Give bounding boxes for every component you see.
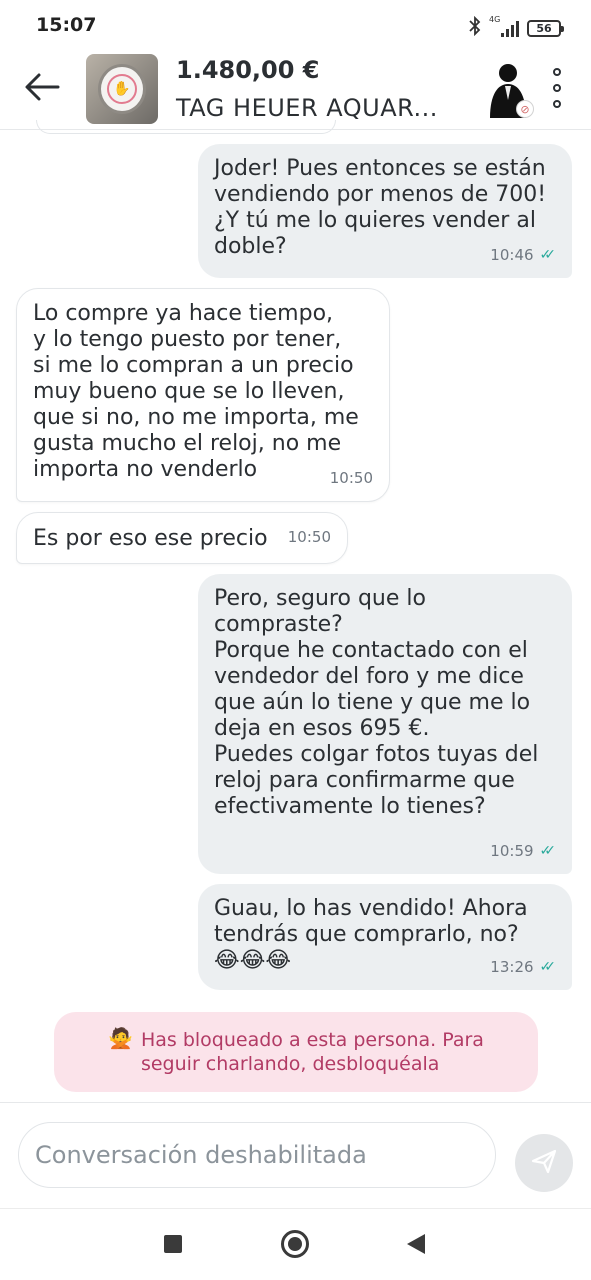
home-button[interactable]: [281, 1230, 309, 1258]
message-text: Pero, seguro que lo compraste? Porque he…: [214, 586, 539, 819]
person-gesturing-no-icon: 🙅: [108, 1026, 133, 1050]
battery-level: 56: [536, 21, 552, 35]
message-input[interactable]: Conversación deshabilitada: [18, 1122, 496, 1188]
message-time: 10:46: [490, 246, 534, 264]
send-icon: [530, 1147, 558, 1179]
more-vertical-icon[interactable]: [550, 68, 564, 108]
double-check-icon: ✓✓: [539, 959, 557, 975]
message-time: 10:59: [490, 842, 534, 860]
product-title[interactable]: TAG HEUER AQUAR...: [176, 94, 438, 122]
product-thumbnail[interactable]: ✋: [86, 54, 158, 124]
watch-image: ✋: [98, 64, 146, 114]
message-meta: 10:50: [288, 524, 331, 550]
status-bar: 15:07 4G 56: [0, 0, 591, 50]
message-meta: 10:59 ✓✓: [490, 838, 556, 864]
send-button[interactable]: [515, 1134, 573, 1192]
message-time: 13:26: [490, 958, 534, 976]
message-meta: 10:46 ✓✓: [490, 242, 556, 268]
message-outgoing[interactable]: Guau, lo has vendido! Ahora tendrás que …: [198, 884, 572, 990]
message-time: 10:50: [329, 469, 373, 487]
message-outgoing[interactable]: Pero, seguro que lo compraste? Porque he…: [198, 574, 572, 874]
signal-icon: 4G: [489, 15, 519, 37]
chat-header: ✋ 1.480,00 € TAG HEUER AQUAR... ⊘: [0, 50, 591, 130]
nav-divider: [0, 1208, 591, 1209]
bluetooth-icon: [469, 15, 481, 40]
recents-button[interactable]: [164, 1235, 182, 1253]
status-time: 15:07: [36, 14, 97, 36]
status-icons: 4G 56: [469, 15, 564, 40]
blocked-badge-icon: ⊘: [516, 100, 534, 118]
product-price[interactable]: 1.480,00 €: [176, 56, 319, 84]
network-type: 4G: [489, 15, 501, 24]
message-text: Lo compre ya hace tiempo, y lo tengo pue…: [33, 301, 359, 482]
double-check-icon: ✓✓: [539, 843, 557, 859]
blocked-notice[interactable]: 🙅 Has bloqueado a esta persona. Para seg…: [54, 1012, 538, 1092]
composer-divider: [0, 1102, 591, 1103]
message-meta: 13:26 ✓✓: [490, 954, 556, 980]
handshake-icon: ✋: [107, 74, 137, 104]
battery-icon: 56: [527, 19, 564, 37]
message-incoming[interactable]: Lo compre ya hace tiempo, y lo tengo pue…: [16, 288, 390, 502]
blocked-notice-text: Has bloqueado a esta persona. Para segui…: [140, 1029, 484, 1075]
message-meta: 10:50: [330, 465, 373, 491]
message-text: Es por eso ese precio: [33, 526, 268, 551]
seller-avatar[interactable]: ⊘: [486, 60, 534, 118]
message-time: 10:50: [287, 528, 331, 546]
message-outgoing[interactable]: Joder! Pues entonces se están vendiendo …: [198, 144, 572, 278]
back-arrow-icon[interactable]: [22, 70, 62, 104]
back-button[interactable]: [407, 1234, 425, 1254]
double-check-icon: ✓✓: [539, 247, 557, 263]
previous-message-edge: [36, 120, 336, 134]
message-incoming[interactable]: Es por eso ese precio 10:50: [16, 512, 348, 564]
